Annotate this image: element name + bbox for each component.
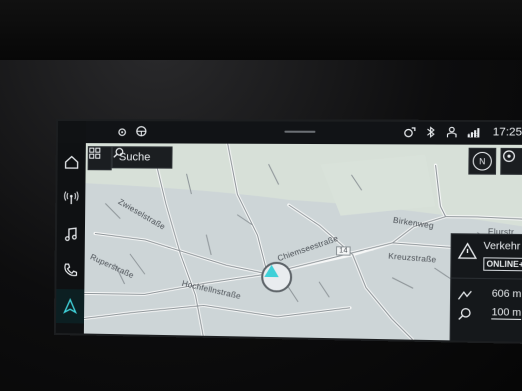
search-button[interactable]: Suche (111, 146, 173, 169)
compass-icon: N (472, 151, 492, 171)
online-badge: ONLINE+ (483, 257, 522, 272)
elevation-icon (457, 288, 472, 301)
clock: 17:25 (492, 126, 522, 139)
status-bar: LTE 17:25 (85, 121, 522, 145)
music-note-icon (64, 227, 77, 241)
dashboard-top (0, 0, 522, 60)
sidebar (55, 142, 87, 334)
location-target-icon (501, 149, 516, 164)
scale-value: 100 m (491, 307, 522, 320)
search-icon (112, 147, 123, 158)
traffic-title: Verkehr (483, 240, 521, 253)
route-number-badge: 14 (335, 246, 351, 256)
phone-icon (64, 263, 77, 276)
user-icon (446, 126, 459, 138)
infotainment-screen: LTE 17:25 Suche N Zwieselstraße Ruperstr… (55, 120, 522, 342)
map-settings-button[interactable] (500, 147, 522, 175)
bluetooth-icon (425, 126, 438, 138)
compass-button[interactable]: N (468, 147, 497, 175)
compass-label: N (479, 156, 486, 166)
menu-button[interactable] (87, 146, 112, 171)
position-marker (261, 261, 293, 293)
sidebar-item-radio[interactable] (57, 181, 85, 215)
map-view[interactable]: Suche N Zwieselstraße Ruperstraße Hochfe… (83, 143, 522, 342)
radio-antenna-icon (64, 191, 79, 204)
lte-signal-icon: LTE (467, 126, 484, 140)
navigation-arrow-icon (63, 298, 77, 314)
sidebar-item-navigation[interactable] (55, 288, 85, 324)
sidebar-item-home[interactable] (58, 145, 86, 179)
home-icon (64, 155, 79, 169)
distance-value: 606 m (491, 288, 522, 301)
sidebar-item-phone[interactable] (56, 253, 84, 287)
steering-icon (135, 125, 147, 137)
vehicle-arrow-icon (264, 264, 279, 278)
sidebar-item-media[interactable] (57, 217, 85, 251)
grid-icon (88, 147, 101, 159)
traffic-panel[interactable]: Verkehr ONLINE+ 606 m 100 m (449, 233, 522, 342)
zoom-icon (457, 306, 472, 321)
drag-handle[interactable] (284, 130, 316, 133)
divider (451, 277, 522, 280)
traffic-warning-icon (458, 243, 477, 260)
lte-label: LTE (468, 133, 478, 140)
car-icon (117, 125, 130, 137)
connectivity-icon (404, 126, 417, 138)
